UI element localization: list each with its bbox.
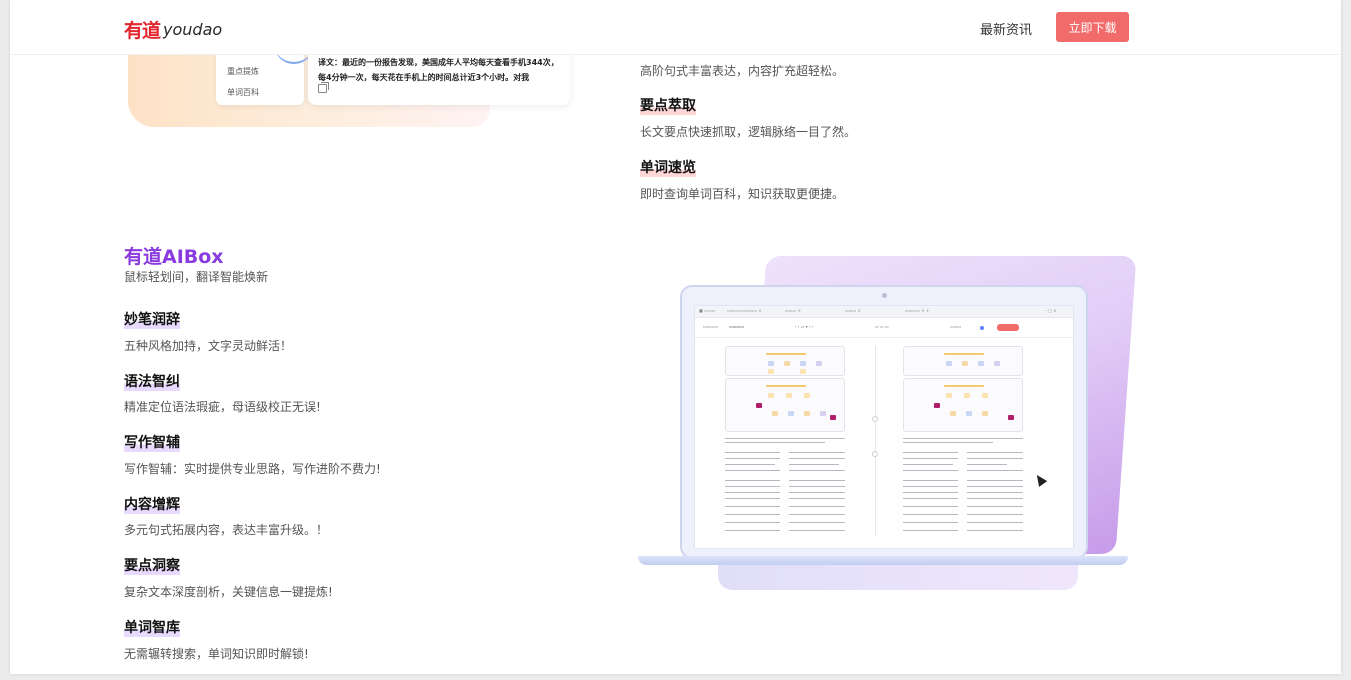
app-tabbar: ■ ▭▭▭ ▭▭▭▭▭▭▭▭ × ▭▭▭ × ▭▭▭ × ▭▭▭▭ × + – …	[695, 306, 1073, 318]
aibox-feature-desc: 写作智辅：实时提供专业思路，写作进阶不费力!	[124, 462, 381, 476]
top-header: 有道 youdao 最新资讯 立即下载	[10, 0, 1341, 55]
feature-desc: 即时查询单词百科，知识获取更便捷。	[640, 187, 845, 201]
aibox-feature-title: 妙笔润辞	[124, 309, 180, 329]
mockup-side-item: 重点提炼	[227, 67, 259, 76]
aibox-feature-title: 写作智辅	[124, 432, 180, 452]
laptop-base	[638, 556, 1128, 565]
aibox-feature-title: 要点洞察	[124, 555, 180, 575]
aibox-feature-desc: 精准定位语法瑕疵，母语级校正无误!	[124, 400, 321, 414]
doc-divider	[875, 346, 876, 536]
mockup-translation-text: 译文：最近的一份报告发现，美国成年人平均每天查看手机344次，每4分钟一次，每天…	[318, 58, 559, 82]
youdao-logo[interactable]: 有道 youdao	[124, 16, 222, 43]
laptop-screen: ■ ▭▭▭ ▭▭▭▭▭▭▭▭ × ▭▭▭ × ▭▭▭ × ▭▭▭▭ × + – …	[680, 285, 1088, 559]
feature-desc-partial: 高阶句式丰富表达，内容扩充超轻松。	[640, 64, 845, 78]
logo-en-text: youdao	[163, 20, 223, 39]
app-toolbar: ▭▭▭▭ ▭▭▭▭ ‹ › ▭ ▾ ‹ › ▭ ▭ ▭ ▭▭▭	[695, 318, 1073, 338]
aibox-title: 有道AIBox	[124, 246, 224, 268]
download-button[interactable]: 立即下载	[1056, 12, 1129, 42]
doc-page-original	[725, 346, 845, 536]
aibox-feature-title: 内容增辉	[124, 494, 180, 514]
aibox-feature-desc: 五种风格加持，文字灵动鲜活！	[124, 339, 293, 353]
aibox-feature-title: 语法智纠	[124, 371, 180, 391]
feature-title: 要点萃取	[640, 95, 696, 115]
aibox-laptop-illustration: ■ ▭▭▭ ▭▭▭▭▭▭▭▭ × ▭▭▭ × ▭▭▭ × ▭▭▭▭ × + – …	[638, 254, 1137, 594]
aibox-feature-title: 单词智库	[124, 617, 180, 637]
feature-title: 单词速览	[640, 157, 696, 177]
app-window-mockup: ■ ▭▭▭ ▭▭▭▭▭▭▭▭ × ▭▭▭ × ▭▭▭ × ▭▭▭▭ × + – …	[694, 305, 1074, 549]
cursor-icon	[1032, 472, 1048, 487]
aibox-subtitle: 鼠标轻划间，翻译智能焕新	[124, 270, 269, 284]
aibox-feature-desc: 复杂文本深度剖析，关键信息一键提炼!	[124, 585, 333, 599]
sync-dot-icon	[872, 451, 878, 457]
copy-icon	[318, 82, 329, 93]
doc-page-translated	[903, 346, 1023, 536]
aibox-feature-desc: 多元句式拓展内容，表达丰富升级。！	[124, 523, 329, 537]
sync-dot-icon	[872, 416, 878, 422]
logo-cn-text: 有道	[124, 20, 161, 42]
page: 有道 youdao 最新资讯 立即下载 重点提炼 单词百科 译文：最近的一份报告…	[10, 0, 1341, 674]
nav-news-link[interactable]: 最新资讯	[980, 19, 1032, 38]
feature-desc: 长文要点快速抓取，逻辑脉络一目了然。	[640, 125, 857, 139]
mockup-side-item: 单词百科	[227, 88, 259, 97]
aibox-feature-desc: 无需辗转搜索，单词知识即时解锁!	[124, 647, 309, 661]
camera-dot-icon	[882, 293, 887, 298]
